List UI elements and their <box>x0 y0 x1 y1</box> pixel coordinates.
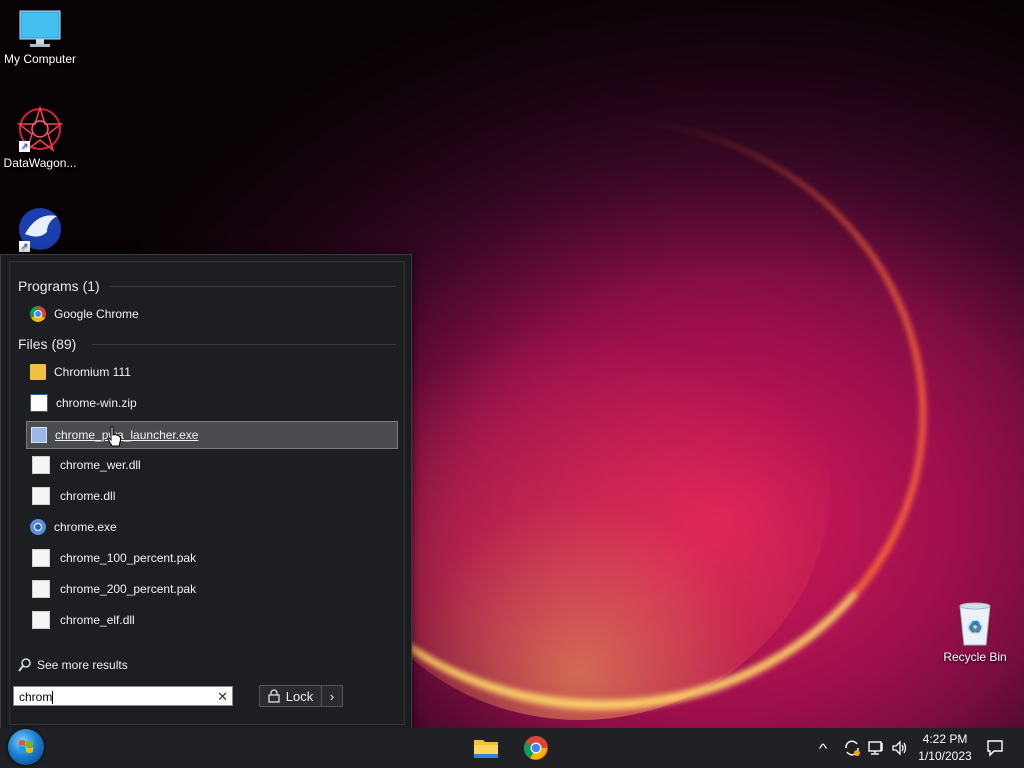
magnifier-icon <box>18 658 32 672</box>
divider <box>92 344 396 345</box>
result-file[interactable]: chrome.exe <box>26 514 396 540</box>
lock-main-button[interactable]: Lock <box>260 686 322 706</box>
hand-cursor-icon <box>106 426 122 448</box>
lock-button[interactable]: Lock › <box>259 685 343 707</box>
start-search-menu: Programs (1) Google Chrome Files (89) Ch… <box>0 254 412 730</box>
result-file-selected[interactable]: chrome_pwa_launcher.exe <box>26 421 398 449</box>
desktop-icon-label: DataWagon... <box>3 156 77 170</box>
search-input[interactable]: chrom ✕ <box>13 686 233 706</box>
chrome-icon <box>30 306 46 322</box>
result-file[interactable]: chrome_200_percent.pak <box>26 576 396 602</box>
tray-overflow-chevron[interactable]: ^ <box>819 728 828 768</box>
recycle-bin-icon: ♻ <box>957 602 993 646</box>
desktop-icon-browser[interactable]: ↗ <box>0 206 80 256</box>
file-icon <box>32 549 50 567</box>
notification-center-icon[interactable] <box>986 728 1004 768</box>
result-file[interactable]: chrome.dll <box>26 483 396 509</box>
datawagon-icon: ↗ <box>16 105 64 153</box>
monitor-icon <box>19 10 61 48</box>
desktop-icon-recycle-bin[interactable]: ♻ Recycle Bin <box>935 602 1015 664</box>
chrome-taskbar-icon[interactable] <box>523 736 549 760</box>
svg-text:♻: ♻ <box>968 617 982 636</box>
desktop-icon-datawagon[interactable]: ↗ DataWagon... <box>0 105 80 170</box>
chromium-icon <box>30 519 46 535</box>
windows-logo-icon <box>19 740 33 753</box>
taskbar: ^ 4:22 PM 1/10/2023 <box>0 728 1024 768</box>
result-google-chrome[interactable]: Google Chrome <box>26 301 396 327</box>
text-caret <box>52 691 54 705</box>
search-results-panel: Programs (1) Google Chrome Files (89) Ch… <box>9 261 405 725</box>
exe-icon <box>31 427 47 443</box>
volume-icon[interactable] <box>891 728 909 768</box>
desktop-icon-my-computer[interactable]: My Computer <box>0 10 80 66</box>
programs-header: Programs (1) <box>18 278 100 294</box>
shortcut-arrow-icon: ↗ <box>19 141 30 152</box>
update-icon[interactable] <box>843 728 861 768</box>
lock-options-arrow[interactable]: › <box>322 689 342 704</box>
files-header: Files (89) <box>18 336 77 352</box>
clock-date: 1/10/2023 <box>918 749 972 763</box>
clear-search-icon[interactable]: ✕ <box>217 687 228 707</box>
folder-icon <box>30 364 46 380</box>
result-file[interactable]: chrome_elf.dll <box>26 607 396 633</box>
result-file[interactable]: Chromium 111 <box>26 359 396 385</box>
zip-icon <box>30 394 48 412</box>
network-icon[interactable] <box>867 728 885 768</box>
file-explorer-icon[interactable] <box>473 736 499 760</box>
dll-icon <box>32 611 50 629</box>
padlock-icon <box>268 689 280 703</box>
divider <box>110 286 396 287</box>
result-file[interactable]: chrome-win.zip <box>26 390 396 416</box>
file-icon <box>32 580 50 598</box>
dll-icon <box>32 456 50 474</box>
clock-time: 4:22 PM <box>922 732 968 746</box>
start-button[interactable] <box>8 729 44 765</box>
dll-icon <box>32 487 50 505</box>
system-clock[interactable]: 4:22 PM 1/10/2023 <box>912 731 978 765</box>
result-file[interactable]: chrome_wer.dll <box>26 452 396 478</box>
see-more-results-link[interactable]: See more results <box>18 658 128 672</box>
desktop-icon-label: Recycle Bin <box>943 650 1007 664</box>
result-file[interactable]: chrome_100_percent.pak <box>26 545 396 571</box>
shortcut-arrow-icon: ↗ <box>19 241 30 252</box>
seamonkey-icon: ↗ <box>17 206 63 252</box>
desktop-icon-label: My Computer <box>3 52 77 66</box>
